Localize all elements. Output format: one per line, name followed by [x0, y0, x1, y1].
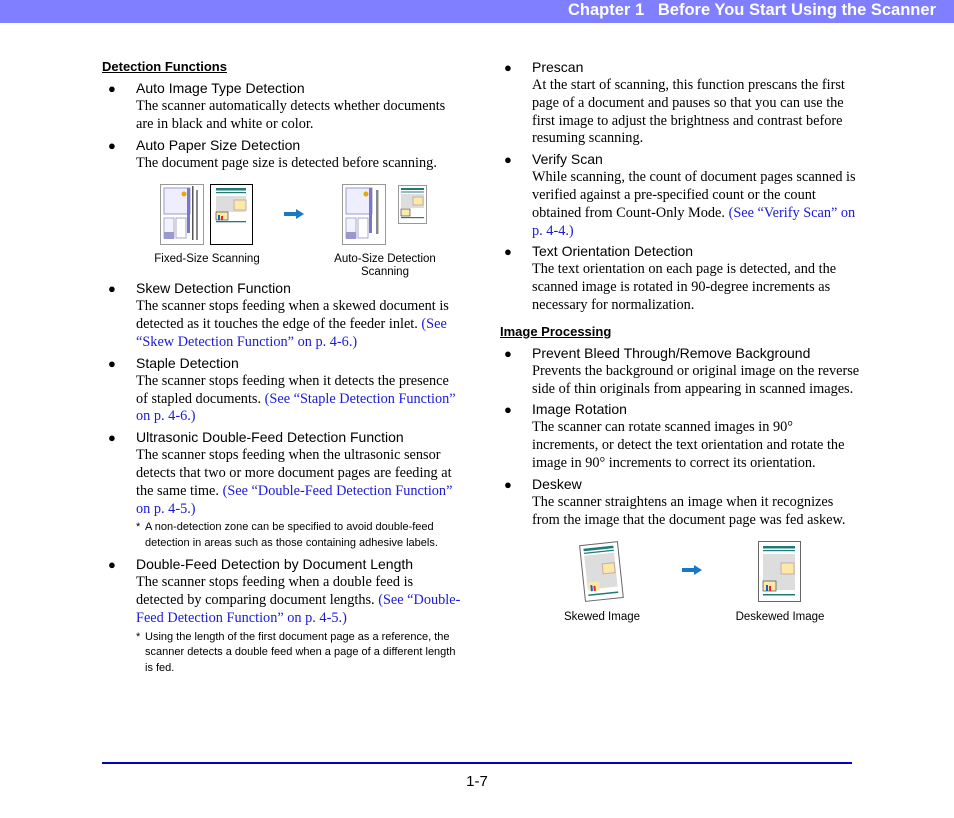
- deskewed-document-image: [758, 541, 802, 604]
- bullet-icon: ●: [108, 137, 116, 153]
- bullet-icon: ●: [504, 244, 512, 260]
- item-ultrasonic-double-feed: ● Ultrasonic Double-Feed Detection Functi…: [108, 428, 462, 551]
- item-prescan: ● Prescan At the start of scanning, this …: [504, 58, 860, 148]
- bullet-icon: ●: [504, 476, 512, 492]
- bullet-icon: ●: [504, 60, 512, 75]
- item-body: Prevents the background or original imag…: [532, 362, 860, 397]
- chapter-header-bar: Chapter 1 Before You Start Using the Sca…: [0, 0, 954, 23]
- item-title: Auto Paper Size Detection: [136, 136, 301, 153]
- item-title: Ultrasonic Double-Feed Detection Functio…: [136, 429, 404, 446]
- figure-paper-size: Fixed-Size Scanning Auto-Size Detection …: [102, 174, 462, 279]
- caption-skewed: Skewed Image: [563, 611, 641, 624]
- item-title: Verify Scan: [532, 151, 603, 168]
- skewed-document-image: [576, 539, 628, 606]
- item-body: The text orientation on each page is det…: [532, 261, 837, 313]
- bullet-icon: ●: [504, 402, 512, 418]
- bullet-icon: ●: [108, 355, 116, 371]
- item-auto-paper-size: ● Auto Paper Size Detection The document …: [108, 136, 462, 173]
- page-number: 1-7: [466, 773, 488, 790]
- caption-auto-size: Auto-Size Detection Scanning: [334, 253, 436, 279]
- left-column: Detection Functions ● Auto Image Type Det…: [102, 58, 462, 680]
- footer-rule: [102, 762, 852, 764]
- item-skew-detection: ● Skew Detection Function The scanner sto…: [108, 279, 462, 351]
- item-title: Double-Feed Detection by Document Length: [136, 556, 414, 573]
- bullet-icon: ●: [504, 345, 512, 361]
- chapter-title: Chapter 1 Before You Start Using the Sca…: [568, 1, 936, 19]
- bullet-icon: ●: [504, 152, 512, 168]
- item-body: The scanner can rotate scanned images in…: [532, 419, 845, 471]
- item-title: Deskew: [532, 475, 582, 492]
- item-body: The scanner automatically detects whethe…: [136, 98, 446, 132]
- item-length-double-feed: ● Double-Feed Detection by Document Lengt…: [108, 555, 462, 677]
- item-body: The scanner straightens an image when it…: [532, 493, 846, 528]
- caption-fixed-size: Fixed-Size Scanning: [154, 253, 260, 266]
- fixed-size-document-image: [160, 184, 256, 247]
- item-verify-scan: ● Verify Scan While scanning, the count o…: [504, 150, 860, 240]
- note-text: A non-detection zone can be specified to…: [145, 521, 438, 549]
- right-column: ● Prescan At the start of scanning, this …: [500, 58, 860, 636]
- footnote: * A non-detection zone can be specified t…: [136, 520, 462, 551]
- arrow-right-icon: [682, 565, 702, 576]
- item-body: The scanner stops feeding when a skewed …: [136, 298, 449, 333]
- item-staple-detection: ● Staple Detection The scanner stops feed…: [108, 354, 462, 426]
- item-bleed-through: ● Prevent Bleed Through/Remove Background…: [504, 344, 860, 399]
- arrow-right-icon: [284, 209, 304, 220]
- item-title: Image Rotation: [532, 401, 627, 418]
- caption-deskewed: Deskewed Image: [735, 611, 825, 624]
- section-heading-image-processing: Image Processing: [500, 323, 612, 339]
- auto-size-document-image: [342, 184, 432, 247]
- note-marker: *: [136, 521, 141, 534]
- item-text-orientation: ● Text Orientation Detection The text ori…: [504, 242, 860, 314]
- item-title: Staple Detection: [136, 354, 239, 371]
- item-body: The scanner stops feeding when a double …: [136, 574, 414, 609]
- note-marker: *: [136, 630, 141, 643]
- item-image-rotation: ● Image Rotation The scanner can rotate s…: [504, 400, 860, 472]
- note-text: Using the length of the first document p…: [145, 630, 456, 674]
- figure-deskew: Skewed Image Deskewed Image: [500, 531, 860, 636]
- bullet-icon: ●: [108, 430, 116, 446]
- item-body: The document page size is detected befor…: [136, 154, 437, 171]
- item-auto-image-type: ● Auto Image Type Detection The scanner a…: [108, 79, 462, 134]
- item-title: Text Orientation Detection: [532, 243, 694, 260]
- item-body: At the start of scanning, this function …: [532, 77, 845, 147]
- item-deskew: ● Deskew The scanner straightens an image…: [504, 475, 860, 530]
- item-title: Auto Image Type Detection: [136, 80, 305, 96]
- bullet-icon: ●: [108, 281, 116, 297]
- section-heading-detection: Detection Functions: [102, 59, 227, 74]
- footnote: * Using the length of the first document …: [136, 630, 462, 677]
- item-title: Skew Detection Function: [136, 280, 291, 297]
- item-title: Prescan: [532, 59, 584, 75]
- bullet-icon: ●: [108, 557, 116, 573]
- item-title: Prevent Bleed Through/Remove Background: [532, 344, 811, 361]
- bullet-icon: ●: [108, 81, 116, 96]
